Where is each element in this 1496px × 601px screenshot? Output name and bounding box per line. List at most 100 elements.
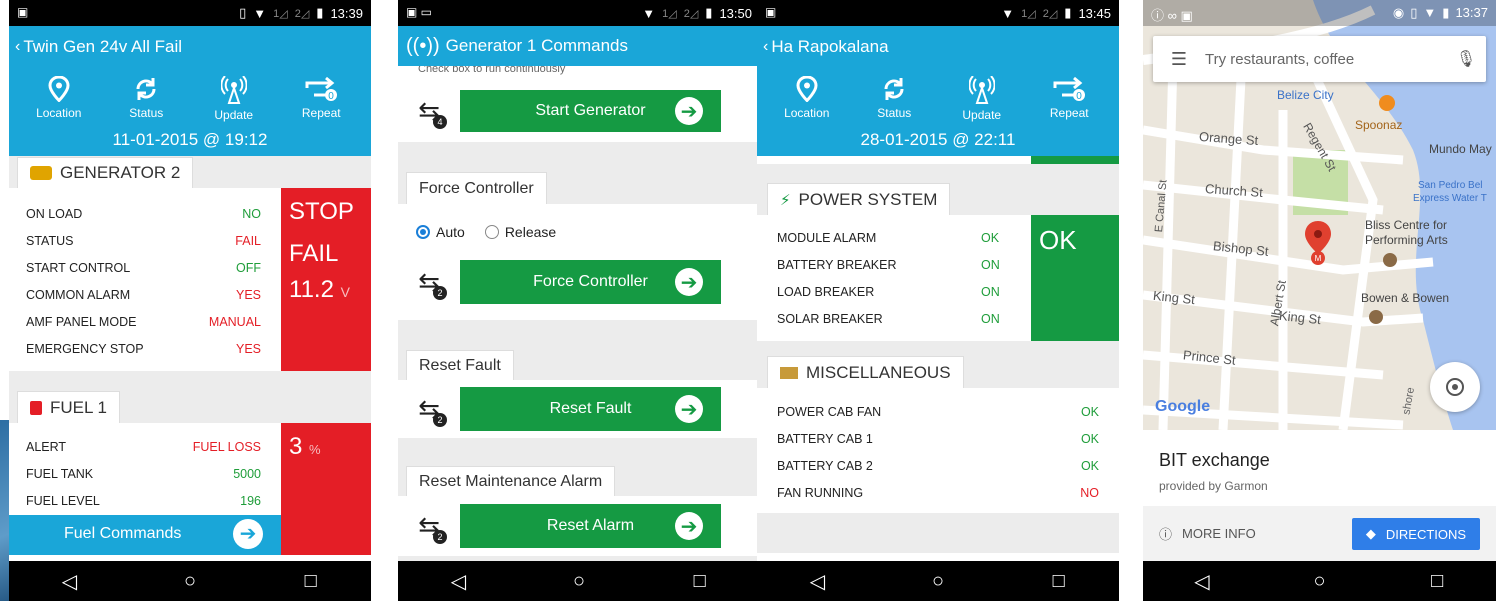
location-pin-icon [796, 76, 818, 102]
search-bar[interactable]: ☰ Try restaurants, coffee 🎙 [1153, 36, 1486, 82]
my-location-button[interactable] [1430, 362, 1480, 412]
force-controller-tab[interactable]: Force Controller [406, 172, 547, 204]
row-label: BATTERY CAB 1 [777, 431, 873, 446]
app-header[interactable]: ‹ Ha Rapokalana [757, 26, 1119, 68]
row-value: MANUAL [208, 314, 261, 329]
map-screen: Orange St Church St Bishop St King St Ki… [1143, 0, 1496, 561]
back-chevron-icon[interactable]: ‹ [15, 38, 20, 56]
toolbar: Location Status Update 0 Repeat [9, 68, 371, 156]
app-screen: ‹ Twin Gen 24v All Fail Location Status [9, 26, 371, 561]
repeat-button[interactable]: 0 Repeat [1034, 76, 1104, 122]
shop-marker-icon[interactable] [1369, 310, 1383, 324]
row-label: AMF PANEL MODE [26, 314, 137, 329]
back-triangle-icon[interactable]: ◁ [428, 569, 488, 594]
antenna-icon [968, 76, 995, 104]
notification-icon: ▣ [17, 5, 29, 19]
generator-panel: ON LOAD NO STATUS FAIL START CONTROL OFF CO… [9, 188, 371, 371]
map-label-bliss-line2: Performing Arts [1365, 233, 1448, 247]
home-circle-icon[interactable]: ○ [549, 570, 609, 593]
fuel-level-box: 3 % [281, 423, 371, 515]
timestamp: 11-01-2015 @ 19:12 [112, 130, 268, 149]
recents-square-icon[interactable]: □ [1407, 570, 1467, 593]
back-triangle-icon[interactable]: ◁ [787, 569, 847, 594]
reset-maintenance-tab[interactable]: Reset Maintenance Alarm [406, 466, 616, 496]
antenna-icon [220, 76, 247, 104]
android-nav-bar: ◁ ○ □ [1143, 561, 1496, 601]
radio-auto[interactable]: Auto [416, 224, 465, 240]
venue-marker-icon[interactable] [1383, 253, 1397, 267]
location-button[interactable]: Location [24, 76, 94, 122]
force-controller-button[interactable]: Force Controller ➔ [460, 260, 721, 304]
generator-icon [30, 166, 52, 180]
map-label-express: Express Water T [1413, 193, 1487, 204]
home-circle-icon[interactable]: ○ [160, 570, 220, 593]
power-system-tab[interactable]: ⚡ POWER SYSTEM [767, 183, 951, 215]
crosshair-icon [1446, 378, 1464, 396]
repeat-icon: 0 [305, 76, 338, 102]
fuel-commands-button[interactable]: Fuel Commands ➔ [9, 515, 281, 555]
fuel-percent-unit: % [309, 442, 321, 457]
page-title: Twin Gen 24v All Fail [23, 37, 183, 56]
signal-icon-2: 2◿ [294, 7, 310, 20]
hamburger-menu-icon[interactable]: ☰ [1153, 49, 1205, 70]
directions-button[interactable]: ◆ DIRECTIONS [1352, 518, 1480, 550]
repeat-button[interactable]: 0 Repeat [286, 76, 356, 122]
recents-square-icon[interactable]: □ [670, 570, 730, 593]
miscellaneous-tab[interactable]: MISCELLANEOUS [767, 356, 964, 388]
box-icon [780, 366, 798, 379]
signal-icon-2: 2◿ [683, 7, 699, 20]
search-placeholder[interactable]: Try restaurants, coffee [1205, 51, 1446, 68]
recents-square-icon[interactable]: □ [281, 570, 341, 593]
reset-fault-tab[interactable]: Reset Fault [406, 350, 514, 380]
misc-table: POWER CAB FAN OK BATTERY CAB 1 OK BATTERY … [757, 388, 1119, 513]
row-value: OK [1080, 458, 1099, 473]
timestamp: 28-01-2015 @ 22:11 [860, 130, 1016, 149]
refresh-icon [136, 78, 156, 100]
generator-section-tab[interactable]: GENERATOR 2 [17, 157, 194, 188]
update-button[interactable]: Update [947, 76, 1017, 122]
fuel-section-tab[interactable]: FUEL 1 [17, 391, 121, 423]
radio-release[interactable]: Release [484, 224, 557, 240]
row-label: EMERGENCY STOP [26, 341, 144, 356]
generator-tab-row: GENERATOR 2 [9, 156, 371, 188]
status-button[interactable]: Status [111, 76, 181, 122]
update-button[interactable]: Update [199, 76, 269, 122]
row-label: FUEL TANK [26, 466, 94, 481]
wifi-icon: ▼ [1001, 5, 1015, 21]
clock-text: 13:39 [330, 5, 363, 21]
home-circle-icon[interactable]: ○ [908, 570, 968, 593]
status-button[interactable]: Status [859, 76, 929, 122]
wifi-icon: ▼ [642, 5, 656, 21]
row-value: OK [1080, 431, 1099, 446]
reset-fault-button[interactable]: Reset Fault ➔ [460, 387, 721, 431]
radio-release-label: Release [504, 224, 557, 240]
start-generator-button[interactable]: Start Generator ➔ [460, 90, 721, 132]
microphone-icon[interactable]: 🎙 [1446, 49, 1486, 69]
voltage-readout: 11.2 V [289, 276, 371, 304]
restaurant-marker-icon[interactable] [1379, 95, 1395, 111]
reset-alarm-button[interactable]: Reset Alarm ➔ [460, 504, 721, 548]
battery-icon: ▮ [1442, 5, 1450, 20]
arrow-right-icon: ➔ [233, 519, 263, 549]
more-info-button[interactable]: ⓘ MORE INFO [1143, 524, 1256, 543]
back-triangle-icon[interactable]: ◁ [39, 569, 99, 594]
home-circle-icon[interactable]: ○ [1289, 570, 1349, 593]
row-value: OK [981, 230, 1000, 245]
notification-icon: ▣ ▭ [406, 5, 433, 19]
repeat-label: Repeat [301, 106, 341, 120]
maintenance-title: Reset Maintenance Alarm [419, 472, 603, 490]
power-tab-row: ⚡ POWER SYSTEM [757, 183, 1119, 215]
location-pin-icon [48, 76, 70, 102]
arrow-right-icon: ➔ [675, 268, 703, 296]
recents-square-icon[interactable]: □ [1029, 570, 1089, 593]
app-header[interactable]: ((•)) Generator 1 Commands [398, 26, 760, 66]
cut-off-text: Check box to run continuously [398, 66, 760, 80]
location-pin-marker-icon[interactable]: M [1303, 220, 1333, 268]
arrow-right-icon: ➔ [675, 97, 703, 125]
back-chevron-icon[interactable]: ‹ [763, 38, 768, 56]
location-button[interactable]: Location [772, 76, 842, 122]
app-header[interactable]: ‹ Twin Gen 24v All Fail [9, 26, 371, 68]
back-triangle-icon[interactable]: ◁ [1172, 569, 1232, 594]
repeat-count-icon: ⇆ 2 [398, 267, 460, 300]
